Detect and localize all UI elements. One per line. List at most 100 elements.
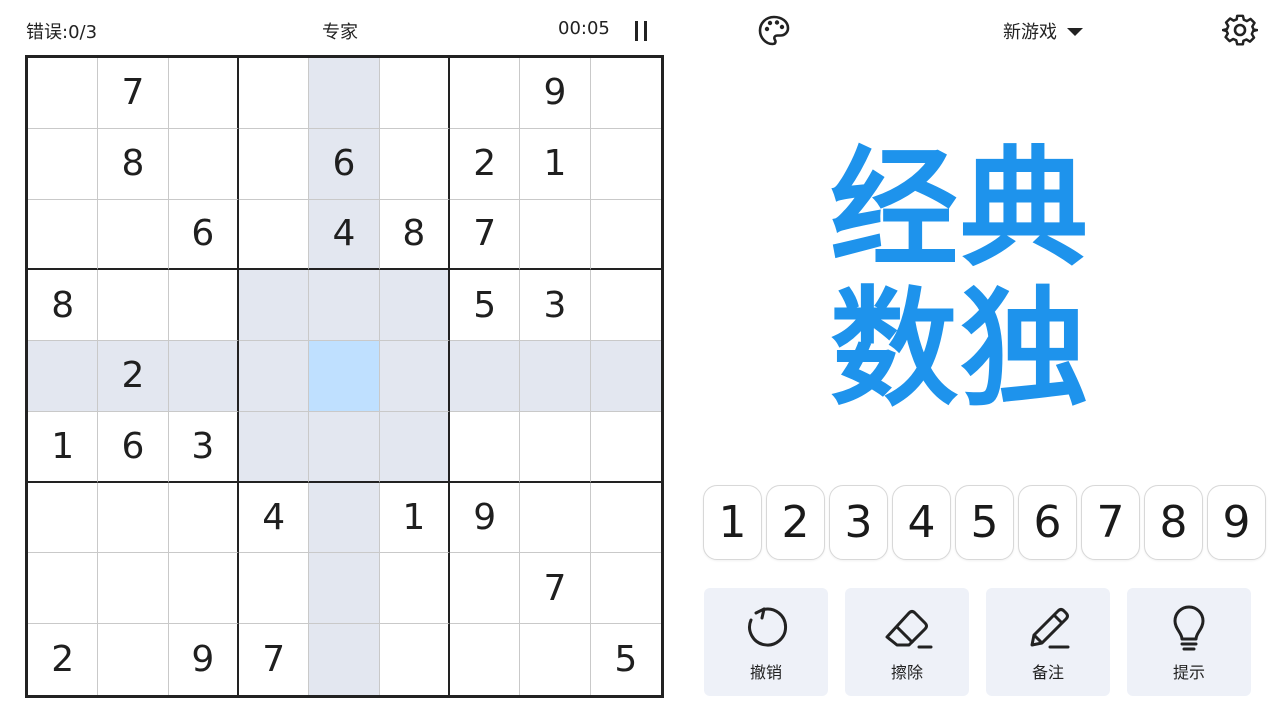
sudoku-cell[interactable]: 9 xyxy=(450,482,521,554)
sudoku-cell[interactable] xyxy=(590,483,661,554)
sudoku-cell[interactable] xyxy=(520,624,591,695)
sudoku-cell[interactable] xyxy=(309,411,380,483)
sudoku-cell[interactable]: 1 xyxy=(379,482,450,554)
number-pad: 123456789 xyxy=(703,485,1266,560)
sudoku-cell[interactable] xyxy=(98,553,169,625)
sudoku-cell[interactable]: 8 xyxy=(98,128,169,200)
sudoku-cell[interactable]: 4 xyxy=(239,482,310,554)
sudoku-cell[interactable] xyxy=(168,58,239,129)
sudoku-cell[interactable]: 8 xyxy=(28,270,99,342)
sudoku-cell[interactable]: 3 xyxy=(520,270,591,342)
sudoku-cell[interactable] xyxy=(239,199,310,271)
number-button-3[interactable]: 3 xyxy=(829,485,888,560)
sudoku-cell[interactable] xyxy=(379,553,450,625)
sudoku-cell[interactable] xyxy=(309,270,380,342)
sudoku-cell[interactable] xyxy=(379,58,450,129)
sudoku-cell[interactable] xyxy=(28,128,99,200)
sudoku-cell[interactable] xyxy=(379,341,450,412)
sudoku-cell[interactable] xyxy=(239,58,310,129)
sudoku-cell[interactable]: 7 xyxy=(239,624,310,695)
sudoku-cell[interactable] xyxy=(28,482,99,554)
sudoku-cell[interactable] xyxy=(379,270,450,342)
sudoku-cell[interactable] xyxy=(450,341,521,412)
sudoku-cell[interactable] xyxy=(168,482,239,554)
sudoku-cell[interactable] xyxy=(239,341,310,412)
sudoku-cell[interactable] xyxy=(28,341,99,412)
pause-icon[interactable] xyxy=(633,21,649,41)
sudoku-cell[interactable] xyxy=(28,199,99,271)
sudoku-cell[interactable]: 5 xyxy=(591,624,661,695)
sudoku-cell[interactable]: 6 xyxy=(309,128,380,200)
sudoku-cell[interactable] xyxy=(168,128,239,200)
sudoku-cell[interactable] xyxy=(98,199,169,271)
number-button-5[interactable]: 5 xyxy=(955,485,1014,560)
sudoku-cell[interactable] xyxy=(379,411,450,483)
number-button-7[interactable]: 7 xyxy=(1081,485,1140,560)
number-button-8[interactable]: 8 xyxy=(1144,485,1203,560)
number-button-9[interactable]: 9 xyxy=(1207,485,1266,560)
number-button-2[interactable]: 2 xyxy=(766,485,825,560)
sudoku-cell[interactable] xyxy=(590,553,661,625)
sudoku-cell[interactable] xyxy=(168,553,239,625)
undo-button[interactable]: 撤销 xyxy=(704,588,828,696)
sudoku-cell[interactable] xyxy=(590,270,661,342)
sudoku-cell[interactable] xyxy=(520,482,591,554)
sudoku-cell[interactable] xyxy=(98,482,169,554)
sudoku-cell[interactable] xyxy=(168,270,239,342)
sudoku-cell[interactable]: 1 xyxy=(28,411,99,483)
sudoku-cell[interactable] xyxy=(28,58,99,129)
sudoku-cell[interactable]: 2 xyxy=(450,128,521,200)
sudoku-cell[interactable] xyxy=(239,270,310,342)
sudoku-cell[interactable] xyxy=(590,129,661,200)
hint-label: 提示 xyxy=(1172,663,1205,682)
sudoku-cell[interactable]: 3 xyxy=(168,411,239,483)
sudoku-cell[interactable]: 2 xyxy=(98,341,169,412)
sudoku-cell[interactable] xyxy=(590,58,661,129)
sudoku-cell[interactable]: 7 xyxy=(98,58,169,129)
sudoku-cell[interactable] xyxy=(520,411,591,483)
number-button-6[interactable]: 6 xyxy=(1018,485,1077,560)
sudoku-cell[interactable] xyxy=(239,128,310,200)
sudoku-cell[interactable]: 7 xyxy=(450,199,521,271)
sudoku-cell[interactable]: 9 xyxy=(169,624,239,695)
sudoku-cell[interactable] xyxy=(450,58,521,129)
sudoku-cell[interactable]: 6 xyxy=(98,411,169,483)
number-button-4[interactable]: 4 xyxy=(892,485,951,560)
sudoku-cell[interactable] xyxy=(309,58,380,129)
sudoku-cell[interactable] xyxy=(309,482,380,554)
sudoku-cell[interactable] xyxy=(379,128,450,200)
sudoku-cell[interactable] xyxy=(239,411,310,483)
sudoku-cell[interactable] xyxy=(450,624,521,695)
sudoku-cell[interactable] xyxy=(309,553,380,625)
sudoku-cell[interactable]: 2 xyxy=(28,624,99,695)
sudoku-cell[interactable] xyxy=(28,553,99,625)
palette-icon[interactable] xyxy=(757,14,791,48)
sudoku-cell[interactable]: 4 xyxy=(309,199,380,271)
sudoku-cell[interactable]: 6 xyxy=(168,199,239,271)
sudoku-cell[interactable]: 9 xyxy=(520,58,591,129)
sudoku-cell[interactable] xyxy=(239,553,310,625)
sudoku-cell[interactable] xyxy=(450,411,521,483)
hint-button[interactable]: 提示 xyxy=(1127,588,1251,696)
gear-icon[interactable] xyxy=(1222,12,1258,48)
sudoku-cell[interactable] xyxy=(590,341,661,412)
sudoku-cell[interactable] xyxy=(309,341,380,412)
sudoku-cell[interactable]: 1 xyxy=(520,128,591,200)
sudoku-cell[interactable] xyxy=(520,341,591,412)
sudoku-cell[interactable] xyxy=(168,341,239,412)
new-game-dropdown[interactable]: 新游戏 xyxy=(1003,18,1083,44)
sudoku-cell[interactable] xyxy=(309,624,380,695)
number-button-1[interactable]: 1 xyxy=(703,485,762,560)
erase-button[interactable]: 擦除 xyxy=(845,588,969,696)
sudoku-cell[interactable] xyxy=(590,200,661,271)
sudoku-cell[interactable] xyxy=(98,270,169,342)
sudoku-cell[interactable] xyxy=(98,624,169,695)
sudoku-cell[interactable] xyxy=(590,412,661,483)
sudoku-cell[interactable]: 8 xyxy=(379,199,450,271)
sudoku-cell[interactable]: 5 xyxy=(450,270,521,342)
sudoku-cell[interactable] xyxy=(450,553,521,625)
sudoku-cell[interactable]: 7 xyxy=(520,553,591,625)
sudoku-cell[interactable] xyxy=(380,624,450,695)
notes-button[interactable]: 备注 xyxy=(986,588,1110,696)
sudoku-cell[interactable] xyxy=(520,199,591,271)
